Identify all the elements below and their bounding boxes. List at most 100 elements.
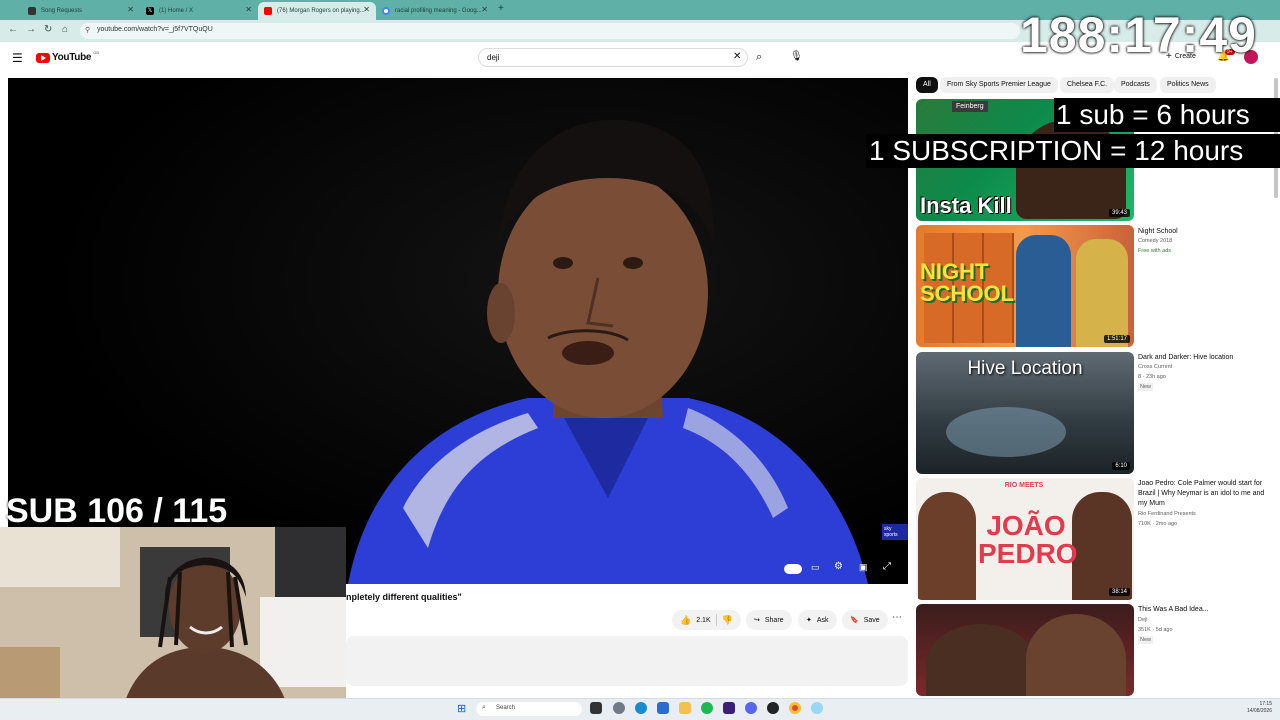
close-icon[interactable]: ✕	[127, 5, 134, 14]
clock-time: 17:15	[1259, 701, 1272, 707]
subathon-timer: 188:17:49	[1020, 7, 1257, 63]
url-field[interactable]: ⚲ youtube.com/watch?v=_j5f7VTQuQU	[80, 23, 1020, 39]
tab-label: racial profiling meaning - Goog...	[395, 8, 482, 14]
chip-all[interactable]: All	[916, 77, 938, 93]
sidebar-stats: 710K · 2mo ago	[1138, 521, 1178, 527]
fullscreen-icon[interactable]: ⤢	[883, 561, 891, 572]
task-view-icon[interactable]	[590, 702, 602, 714]
share-icon: ↪	[754, 617, 760, 624]
video-duration: 6:10	[1112, 462, 1130, 470]
edge-icon[interactable]	[635, 702, 647, 714]
thumbnail-tag: RIO MEETS	[1004, 482, 1044, 489]
sidebar-thumbnail[interactable]: RIO MEETS JOÃO PEDRO 38:14	[916, 478, 1134, 600]
sidebar-channel[interactable]: Deji	[1138, 616, 1147, 624]
autoplay-toggle[interactable]	[784, 564, 802, 574]
tab-label: (1) Home / X	[159, 8, 194, 14]
sidebar-video-title[interactable]: Dark and Darker: Hive location	[1138, 353, 1268, 363]
reload-icon[interactable]: ↻	[44, 24, 52, 35]
description-box[interactable]	[346, 636, 908, 686]
search-value: deji	[487, 53, 500, 62]
sub-rate-banner: 1 sub = 6 hours	[1054, 98, 1280, 132]
spotify-icon[interactable]	[701, 702, 713, 714]
miniplayer-icon[interactable]: ▣	[859, 562, 868, 573]
close-icon[interactable]: ✕	[245, 5, 252, 14]
file-explorer-icon[interactable]	[679, 702, 691, 714]
x-logo-icon: 𝕏	[146, 7, 154, 15]
video-duration: 38:14	[1108, 588, 1130, 596]
google-favicon-icon	[382, 7, 390, 15]
sidebar-thumbnail[interactable]	[916, 604, 1134, 696]
tab-google-search[interactable]: racial profiling meaning - Goog... ✕	[376, 2, 494, 20]
thumbnail-tag: Feinberg	[952, 101, 988, 112]
tab-label: Song Requests	[41, 8, 83, 14]
share-label: Share	[764, 616, 784, 624]
save-button[interactable]: 🔖 Save	[842, 610, 888, 630]
home-icon[interactable]: ⌂	[62, 24, 68, 35]
captions-icon[interactable]: ▭	[811, 562, 820, 573]
tab-youtube-video[interactable]: (76) Morgan Rogers on playing... ✕	[258, 2, 376, 20]
like-button[interactable]: 👍 2.1K 👎	[672, 610, 741, 630]
subscription-rate-banner: 1 SUBSCRIPTION = 12 hours	[866, 134, 1280, 168]
chip-podcasts[interactable]: Podcasts	[1114, 77, 1157, 93]
microphone-icon[interactable]: 🎙	[790, 51, 803, 62]
sidebar-video-title[interactable]: This Was A Bad Idea...	[1138, 605, 1268, 615]
youtube-wordmark: YouTube	[52, 52, 92, 63]
youtube-play-logo-icon	[36, 52, 50, 63]
share-button[interactable]: ↪ Share	[746, 610, 792, 630]
region-code: GB	[93, 50, 99, 55]
store-icon[interactable]	[657, 702, 669, 714]
clock-date: 14/08/2026	[1246, 708, 1272, 714]
close-icon[interactable]: ✕	[481, 5, 488, 14]
sidebar-thumbnail[interactable]: Hive Location 6:10	[916, 352, 1134, 474]
close-icon[interactable]: ✕	[363, 5, 370, 14]
system-clock[interactable]: 17:15 14/08/2026	[1232, 701, 1272, 715]
chip-politics-news[interactable]: Politics News	[1160, 77, 1216, 93]
sidebar-channel[interactable]: Rio Ferdinand Presents	[1138, 510, 1196, 518]
ask-button[interactable]: ✦ Ask	[798, 610, 837, 630]
taskbar-search[interactable]: ⌕ Search	[476, 702, 582, 716]
back-icon[interactable]: ←	[8, 24, 18, 35]
search-input[interactable]: deji	[478, 48, 748, 67]
clear-search-icon[interactable]: ✕	[733, 51, 741, 62]
bookmark-icon: 🔖	[850, 617, 859, 624]
free-with-ads-label: Free with ads	[1138, 248, 1172, 254]
youtube-logo[interactable]: YouTube GB	[36, 50, 99, 63]
thumbnail-text: JOÃO PEDRO	[978, 510, 1078, 569]
settings-icon[interactable]: ⚙	[834, 561, 843, 572]
settings-app-icon[interactable]	[613, 702, 625, 714]
app-icon[interactable]	[811, 702, 823, 714]
more-actions-icon[interactable]: ⋯	[892, 612, 902, 623]
new-tab-icon[interactable]: +	[498, 3, 504, 14]
menu-icon[interactable]: ☰	[12, 51, 23, 65]
sidebar-video-title[interactable]: Night School	[1138, 227, 1268, 237]
thumbs-down-icon[interactable]: 👎	[722, 615, 733, 626]
chip-chelsea[interactable]: Chelsea F.C.	[1060, 77, 1115, 93]
video-title: npletely different qualities"	[346, 592, 462, 602]
premiere-icon[interactable]	[723, 702, 735, 714]
sidebar-channel[interactable]: Comedy 2018	[1138, 237, 1172, 245]
search-icon[interactable]: ⌕	[756, 51, 762, 64]
thumbnail-text: Hive Location	[967, 358, 1083, 379]
tab-song-requests[interactable]: Song Requests ✕	[22, 2, 140, 20]
webcam-overlay	[0, 527, 346, 720]
sidebar-video-title[interactable]: Joao Pedro: Cole Palmer would start for …	[1138, 479, 1268, 509]
forward-icon[interactable]: →	[26, 24, 36, 35]
url-text: youtube.com/watch?v=_j5f7VTQuQU	[97, 26, 213, 33]
new-badge: New	[1138, 636, 1154, 644]
sub-goal-counter: SUB 106 / 115	[6, 492, 228, 530]
video-duration: 39:43	[1108, 209, 1130, 217]
sparkle-icon: ✦	[806, 617, 812, 624]
site-info-icon[interactable]: ⚲	[85, 26, 90, 34]
obs-icon[interactable]	[767, 702, 779, 714]
chrome-icon[interactable]	[789, 702, 801, 714]
sidebar-stats: 8 · 23h ago	[1138, 374, 1166, 380]
save-label: Save	[863, 616, 880, 624]
chip-sky-sports[interactable]: From Sky Sports Premier League	[940, 77, 1058, 93]
sidebar-thumbnail[interactable]: NIGHT SCHOOL 1:51:17	[916, 225, 1134, 347]
sidebar-channel[interactable]: Cross Current	[1138, 363, 1172, 371]
sky-sports-watermark: sky sports	[882, 524, 908, 540]
windows-start-icon[interactable]: ⊞	[457, 702, 466, 715]
discord-icon[interactable]	[745, 702, 757, 714]
tab-home-x[interactable]: 𝕏 (1) Home / X ✕	[140, 2, 258, 20]
search-icon: ⌕	[482, 704, 486, 711]
